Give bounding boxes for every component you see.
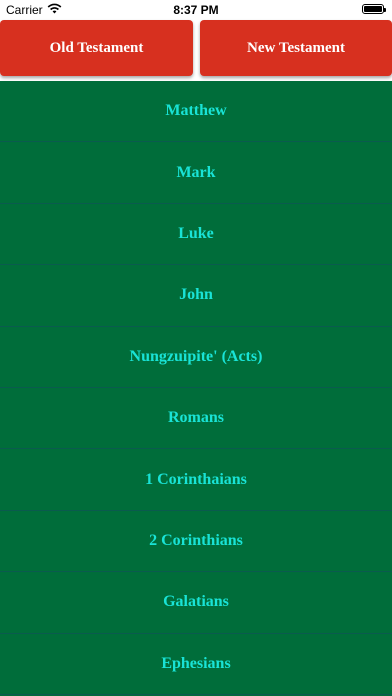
book-item-2-corinthians[interactable]: 2 Corinthians — [0, 511, 392, 573]
book-item-romans[interactable]: Romans — [0, 388, 392, 450]
book-label: Nungzuipite' (Acts) — [129, 347, 263, 365]
book-label: Luke — [178, 224, 214, 242]
tab-old-testament[interactable]: Old Testament — [0, 20, 193, 76]
book-item-matthew[interactable]: Matthew — [0, 81, 392, 143]
book-item-luke[interactable]: Luke — [0, 204, 392, 266]
book-label: Romans — [167, 409, 224, 427]
book-label: Ephesians — [161, 654, 231, 672]
book-item-1-corinthians[interactable]: 1 Corinthaians — [0, 449, 392, 511]
clock: 8:37 PM — [173, 3, 219, 17]
tab-new-testament[interactable]: New Testament — [200, 20, 392, 76]
tab-label: New Testament — [247, 39, 345, 56]
book-item-acts[interactable]: Nungzuipite' (Acts) — [0, 327, 392, 388]
book-label: Matthew — [165, 102, 227, 120]
book-label: John — [179, 286, 213, 304]
book-label: Mark — [176, 163, 216, 181]
tab-label: Old Testament — [49, 39, 144, 56]
book-label: 2 Corinthians — [149, 531, 243, 549]
status-bar: Carrier 8:37 PM — [0, 0, 392, 20]
book-item-ephesians[interactable]: Ephesians — [0, 634, 392, 695]
testament-tabs: Old Testament New Testament — [0, 20, 392, 77]
book-item-john[interactable]: John — [0, 265, 392, 327]
book-label: 1 Corinthaians — [145, 470, 247, 488]
battery-icon — [362, 4, 386, 14]
book-list[interactable]: Matthew Mark Luke John Nungzuipite' (Act… — [0, 81, 392, 696]
book-item-galatians[interactable]: Galatians — [0, 572, 392, 634]
book-label: Galatians — [163, 593, 229, 611]
book-item-mark[interactable]: Mark — [0, 142, 392, 204]
